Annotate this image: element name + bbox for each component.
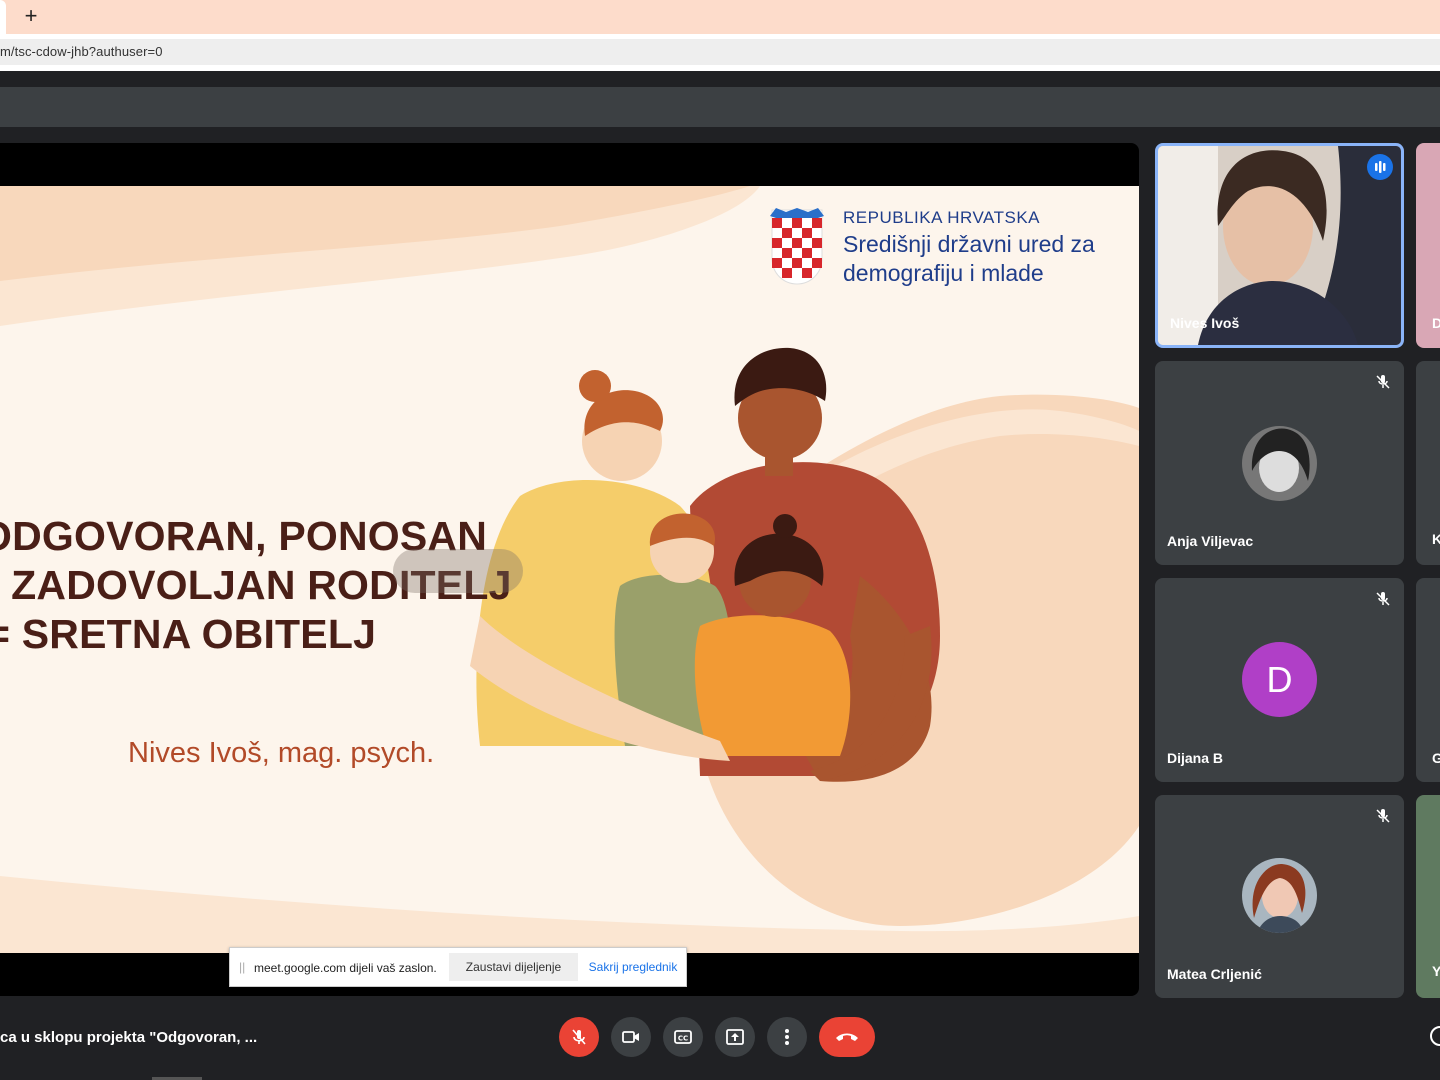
leave-call-button[interactable] bbox=[819, 1017, 875, 1057]
address-bar[interactable]: m/tsc-cdow-jhb?authuser=0 bbox=[0, 39, 1440, 65]
divider bbox=[0, 71, 1440, 87]
presentation-stage[interactable]: REPUBLIKA HRVATSKA Središnji državni ure… bbox=[0, 143, 1139, 996]
screen-share-bar: || meet.google.com dijeli vaš zaslon. Za… bbox=[229, 947, 687, 987]
meeting-title[interactable]: ca u sklopu projekta "Odgovoran, ... bbox=[0, 1029, 257, 1046]
mic-off-icon bbox=[1376, 809, 1390, 823]
active-tab[interactable] bbox=[0, 0, 6, 34]
url-text: m/tsc-cdow-jhb?authuser=0 bbox=[0, 44, 163, 59]
logo-line-country: REPUBLIKA HRVATSKA bbox=[843, 208, 1041, 227]
more-icon bbox=[785, 1029, 789, 1045]
avatar bbox=[1242, 858, 1317, 933]
present-now-button[interactable] bbox=[715, 1017, 755, 1057]
participant-name: Nives Ivoš bbox=[1170, 315, 1240, 331]
svg-text:CC: CC bbox=[678, 1035, 688, 1043]
microphone-toggle-button[interactable] bbox=[559, 1017, 599, 1057]
captions-icon: CC bbox=[674, 1030, 692, 1044]
participant-tile-edge[interactable]: G bbox=[1416, 578, 1440, 782]
info-icon[interactable] bbox=[1430, 1026, 1440, 1046]
hide-bar-button[interactable]: Sakrij preglednik bbox=[582, 953, 684, 981]
participant-tile[interactable]: Anja Viljevac bbox=[1155, 361, 1404, 565]
participant-tile-speaker[interactable]: Nives Ivoš bbox=[1155, 143, 1404, 348]
meet-top-bar bbox=[0, 87, 1440, 127]
participant-tile-edge[interactable]: D bbox=[1416, 143, 1440, 348]
drag-handle-icon[interactable]: || bbox=[239, 960, 245, 974]
browser-tab-strip: + bbox=[0, 0, 1440, 34]
share-message: meet.google.com dijeli vaš zaslon. bbox=[254, 961, 437, 975]
mic-off-icon bbox=[572, 1029, 586, 1045]
present-icon bbox=[726, 1029, 744, 1045]
avatar: D bbox=[1242, 642, 1317, 717]
speaking-indicator-icon bbox=[1367, 154, 1393, 180]
browser-toolbar: m/tsc-cdow-jhb?authuser=0 bbox=[0, 34, 1440, 71]
mic-off-icon bbox=[1376, 375, 1390, 389]
captions-button[interactable]: CC bbox=[663, 1017, 703, 1057]
slide-author: Nives Ivoš, mag. psych. bbox=[128, 737, 435, 769]
presentation-hover-controls[interactable] bbox=[393, 549, 523, 593]
camera-toggle-button[interactable] bbox=[611, 1017, 651, 1057]
participant-name: Dijana B bbox=[1167, 750, 1224, 766]
stop-sharing-button[interactable]: Zaustavi dijeljenje bbox=[449, 953, 578, 981]
government-logo-text: REPUBLIKA HRVATSKA Središnji državni ure… bbox=[843, 208, 1095, 286]
logo-line-department: demografiju i mlade bbox=[843, 260, 1044, 286]
mic-off-icon bbox=[1376, 592, 1390, 606]
logo-line-office: Središnji državni ured za bbox=[843, 231, 1095, 257]
participant-name: Anja Viljevac bbox=[1167, 533, 1254, 549]
participant-tile-edge[interactable]: Y bbox=[1416, 795, 1440, 998]
participant-tile[interactable]: Matea Crljenić bbox=[1155, 795, 1404, 998]
participant-name: Matea Crljenić bbox=[1167, 966, 1262, 982]
more-options-button[interactable] bbox=[767, 1017, 807, 1057]
avatar bbox=[1242, 426, 1317, 501]
participant-tile[interactable]: D Dijana B bbox=[1155, 578, 1404, 782]
camera-icon bbox=[622, 1031, 639, 1043]
participant-tile-edge[interactable]: K bbox=[1416, 361, 1440, 565]
slide-title-line-3: = SRETNA OBITELJ bbox=[0, 611, 377, 657]
presentation-slide: REPUBLIKA HRVATSKA Središnji državni ure… bbox=[0, 186, 1139, 953]
new-tab-button[interactable]: + bbox=[20, 4, 42, 28]
hangup-icon bbox=[836, 1033, 858, 1041]
